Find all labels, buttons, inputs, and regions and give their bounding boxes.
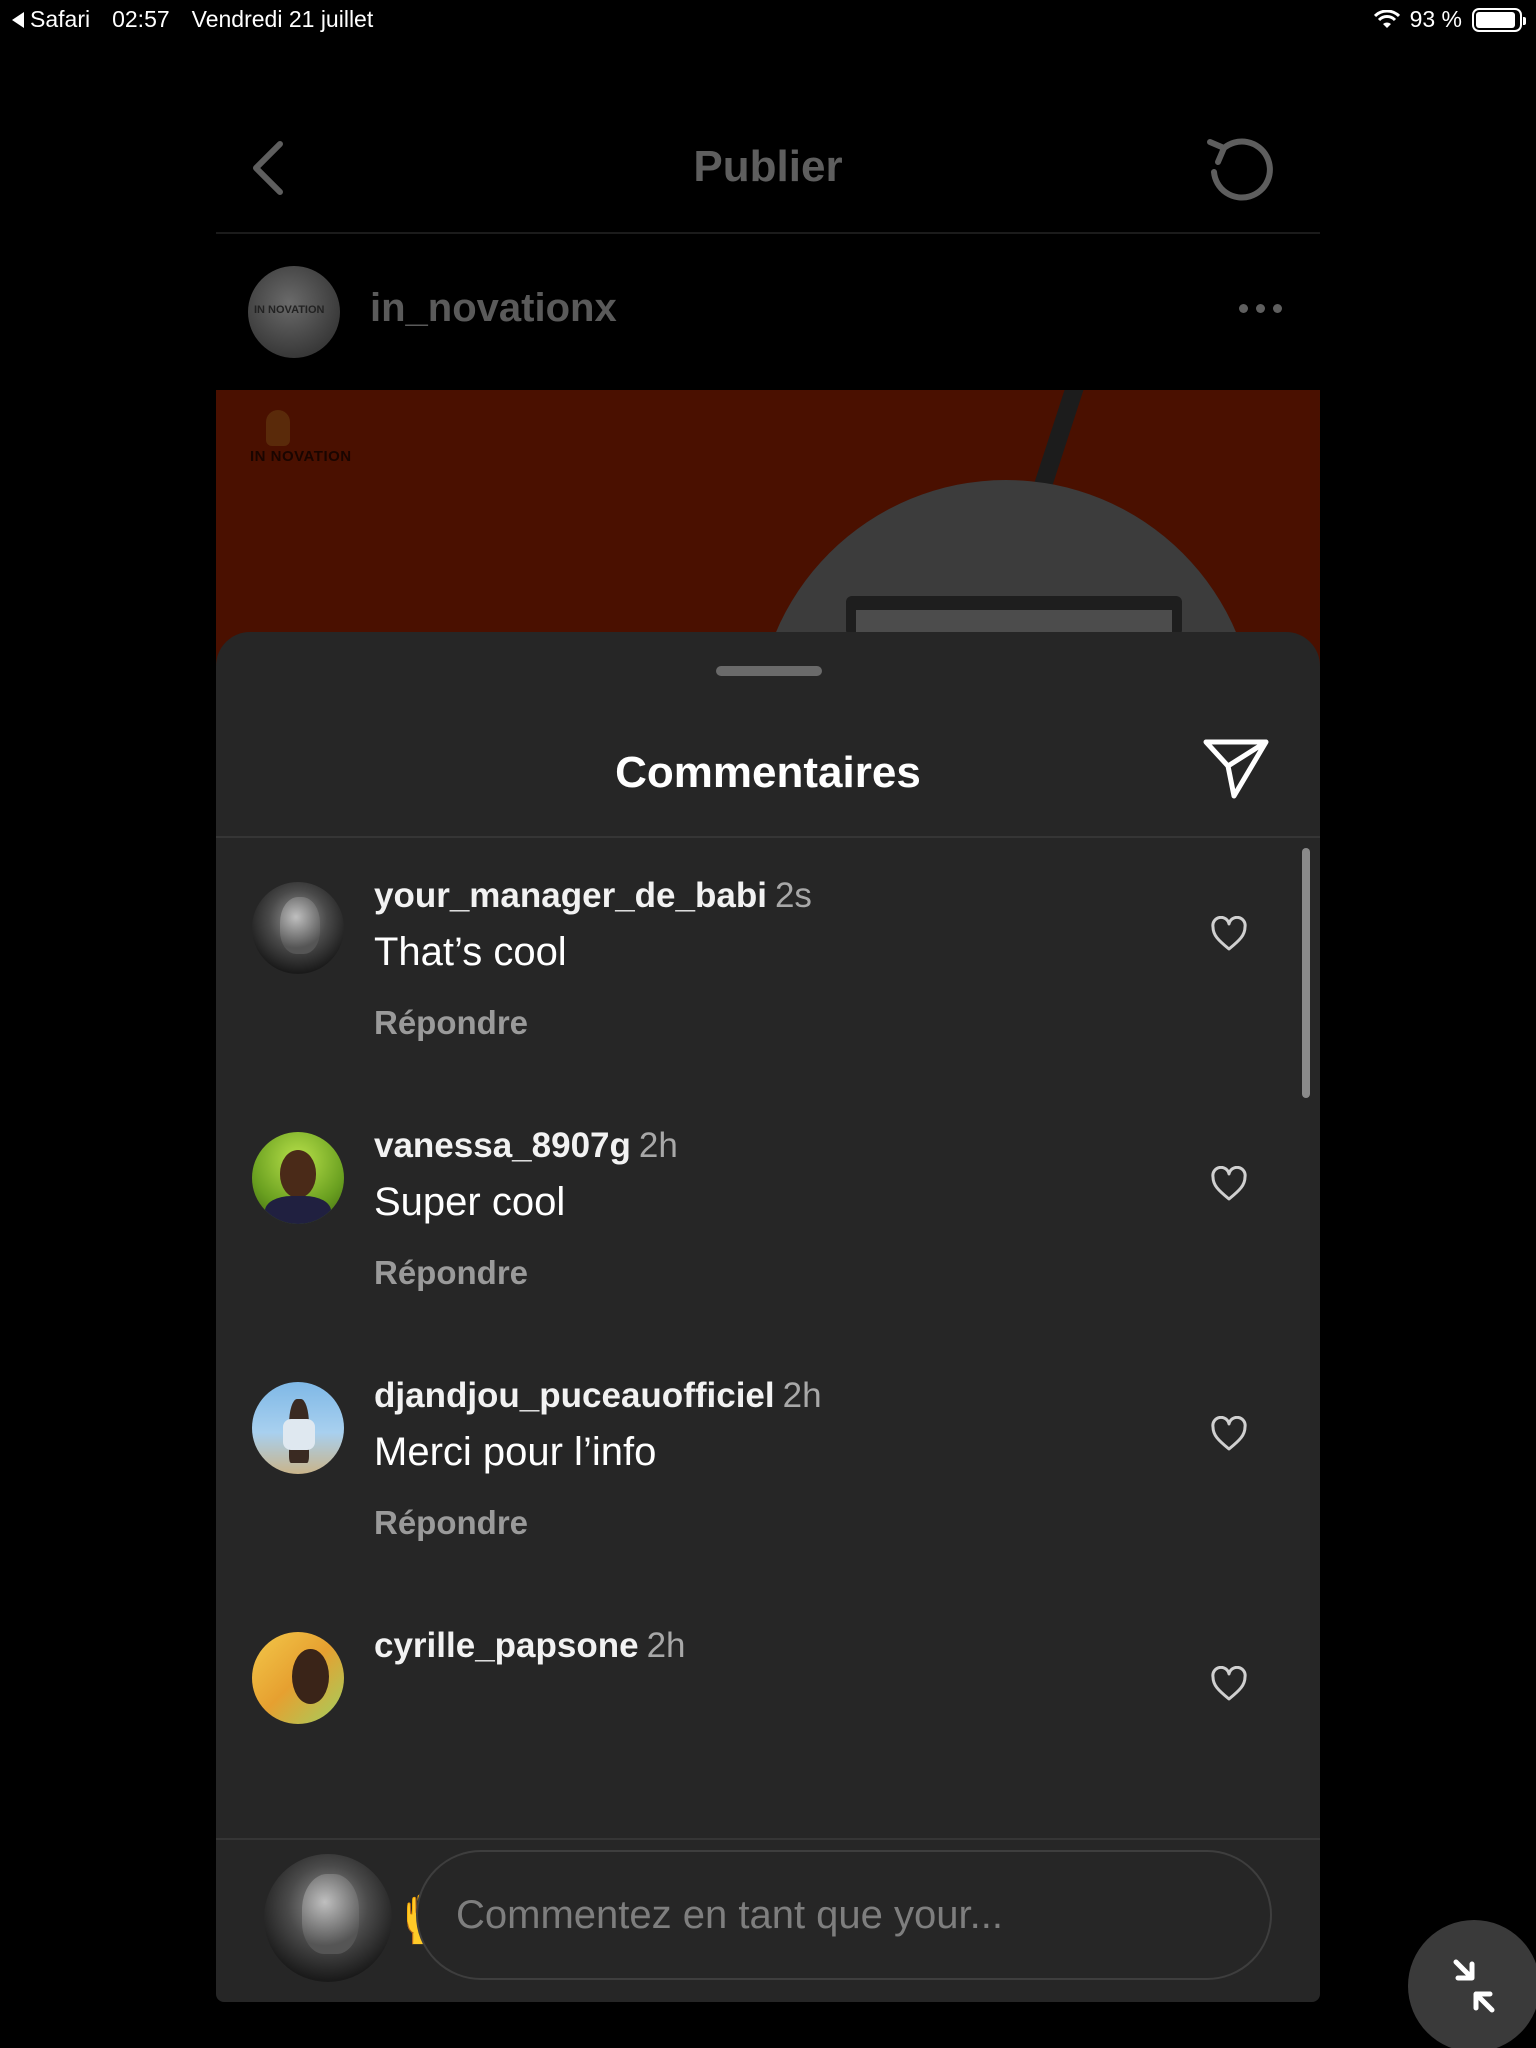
comment-text: That’s cool [374, 930, 567, 974]
comment-username[interactable]: your_manager_de_babi [374, 876, 767, 915]
post-author-avatar[interactable]: IN NOVATION [248, 266, 340, 358]
comment-username[interactable]: cyrille_papsone [374, 1626, 639, 1665]
refresh-icon[interactable] [1204, 132, 1276, 204]
send-icon[interactable] [1200, 732, 1272, 804]
heart-icon[interactable] [1210, 1166, 1248, 1202]
sheet-header: Commentaires [216, 692, 1320, 838]
comment-item: cyrille_papsone 2h [216, 1588, 1320, 1838]
reply-button[interactable]: Répondre [374, 1254, 528, 1292]
more-horizontal-icon[interactable] [1239, 304, 1282, 313]
back-triangle-icon [12, 11, 24, 28]
emoji-divider [216, 1838, 1320, 1840]
comment-text: Merci pour l’info [374, 1430, 657, 1474]
comment-input[interactable] [416, 1850, 1272, 1980]
comment-time: 2s [774, 876, 812, 915]
commenter-avatar[interactable] [252, 1382, 344, 1474]
post-image-stick [1033, 390, 1089, 490]
post-image-logo: IN NOVATION [250, 448, 352, 465]
minimize-button[interactable] [1408, 1920, 1536, 2048]
comment-username[interactable]: djandjou_puceauofficiel [374, 1376, 775, 1415]
status-bar: Safari 02:57 Vendredi 21 juillet 93 % [0, 0, 1536, 40]
bulb-logo-icon [266, 410, 290, 446]
status-time: 02:57 [112, 6, 170, 32]
reply-button[interactable]: Répondre [374, 1504, 528, 1542]
post-image-laptop [846, 596, 1182, 640]
heart-icon[interactable] [1210, 1666, 1248, 1702]
comment-item: djandjou_puceauofficiel 2h Merci pour l’i… [216, 1338, 1320, 1588]
post-author-username[interactable]: in_novationx [370, 286, 617, 331]
commenter-avatar[interactable] [252, 1632, 344, 1724]
back-to-app[interactable]: Safari [12, 6, 90, 33]
battery-percent: 93 % [1409, 6, 1462, 32]
wifi-icon [1373, 9, 1400, 28]
comment-text: Super cool [374, 1180, 566, 1224]
post-header: IN NOVATION in_novationx [216, 236, 1320, 390]
comment-time: 2h [638, 1126, 678, 1165]
heart-icon[interactable] [1210, 1416, 1248, 1452]
commenter-avatar[interactable] [252, 882, 344, 974]
comments-sheet: Commentaires your_manager_de_babi 2s That… [216, 632, 1320, 2002]
page-title: Publier [693, 142, 843, 191]
status-date: Vendredi 21 juillet [191, 6, 374, 32]
comment-item: vanessa_8907g 2h Super cool Répondre [216, 1088, 1320, 1338]
top-nav: Publier [216, 100, 1320, 234]
commenter-avatar[interactable] [252, 1132, 344, 1224]
comment-item: your_manager_de_babi 2s That’s cool Répon… [216, 838, 1320, 1088]
back-app-label: Safari [30, 6, 91, 32]
minimize-icon [1453, 1959, 1495, 2013]
comment-username[interactable]: vanessa_8907g [374, 1126, 631, 1165]
comments-list[interactable]: your_manager_de_babi 2s That’s cool Répon… [216, 838, 1320, 1838]
reply-button[interactable]: Répondre [374, 1004, 528, 1042]
heart-icon[interactable] [1210, 916, 1248, 952]
comment-time: 2h [646, 1626, 686, 1665]
avatar-logo-text: IN NOVATION [254, 304, 325, 316]
sheet-title: Commentaires [615, 748, 921, 797]
comment-time: 2h [782, 1376, 822, 1415]
battery-icon [1472, 7, 1526, 32]
comments-scrollbar[interactable] [1302, 848, 1310, 1098]
current-user-avatar [264, 1854, 392, 1982]
sheet-grabber[interactable] [716, 666, 822, 676]
